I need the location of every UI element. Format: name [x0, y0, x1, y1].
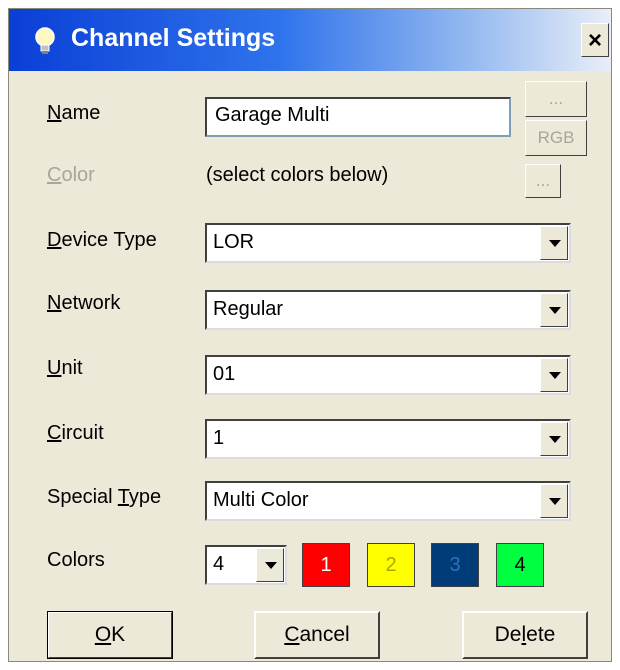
color-swatch-3[interactable]: 3 — [431, 543, 479, 587]
unit-label: Unit — [47, 357, 83, 379]
unit-select[interactable]: 01 — [205, 355, 571, 395]
chevron-down-icon[interactable] — [540, 422, 568, 456]
name-browse-button[interactable]: ... — [525, 81, 587, 117]
color-hint: (select colors below) — [206, 164, 389, 186]
chevron-down-icon[interactable] — [256, 548, 284, 582]
name-field[interactable]: Garage Multi — [205, 97, 511, 137]
device-type-label: Device Type — [47, 229, 157, 251]
color-label: Color — [47, 164, 95, 186]
chevron-down-icon[interactable] — [540, 358, 568, 392]
title-bar: Channel Settings × — [9, 9, 611, 71]
colors-count-value: 4 — [213, 553, 225, 575]
color-swatch-1[interactable]: 1 — [302, 543, 350, 587]
network-label: Network — [47, 292, 121, 314]
network-value: Regular — [213, 298, 284, 320]
chevron-down-icon[interactable] — [540, 484, 568, 518]
rgb-button[interactable]: RGB — [525, 120, 587, 156]
name-label: Name — [47, 102, 101, 124]
special-type-value: Multi Color — [213, 489, 309, 511]
circuit-value: 1 — [213, 427, 225, 449]
ok-button[interactable]: OK — [47, 611, 173, 659]
device-type-select[interactable]: LOR — [205, 223, 571, 263]
color-browse-button[interactable]: ... — [525, 164, 561, 198]
lightbulb-icon — [35, 27, 55, 54]
close-icon: × — [587, 27, 602, 54]
colors-label: Colors — [47, 549, 105, 571]
delete-button[interactable]: Delete — [462, 611, 588, 659]
cancel-button[interactable]: Cancel — [254, 611, 380, 659]
circuit-label: Circuit — [47, 422, 104, 444]
colors-count-select[interactable]: 4 — [205, 545, 287, 585]
color-swatch-2[interactable]: 2 — [367, 543, 415, 587]
network-select[interactable]: Regular — [205, 290, 571, 330]
device-type-value: LOR — [213, 231, 255, 253]
close-button[interactable]: × — [581, 23, 609, 57]
channel-settings-dialog: Channel Settings × Name Garage Multi ...… — [8, 8, 612, 662]
window-title: Channel Settings — [71, 24, 276, 52]
circuit-select[interactable]: 1 — [205, 419, 571, 459]
unit-value: 01 — [213, 363, 236, 385]
color-swatch-4[interactable]: 4 — [496, 543, 544, 587]
special-type-select[interactable]: Multi Color — [205, 481, 571, 521]
chevron-down-icon[interactable] — [540, 226, 568, 260]
chevron-down-icon[interactable] — [540, 293, 568, 327]
special-type-label: Special Type — [47, 486, 162, 508]
